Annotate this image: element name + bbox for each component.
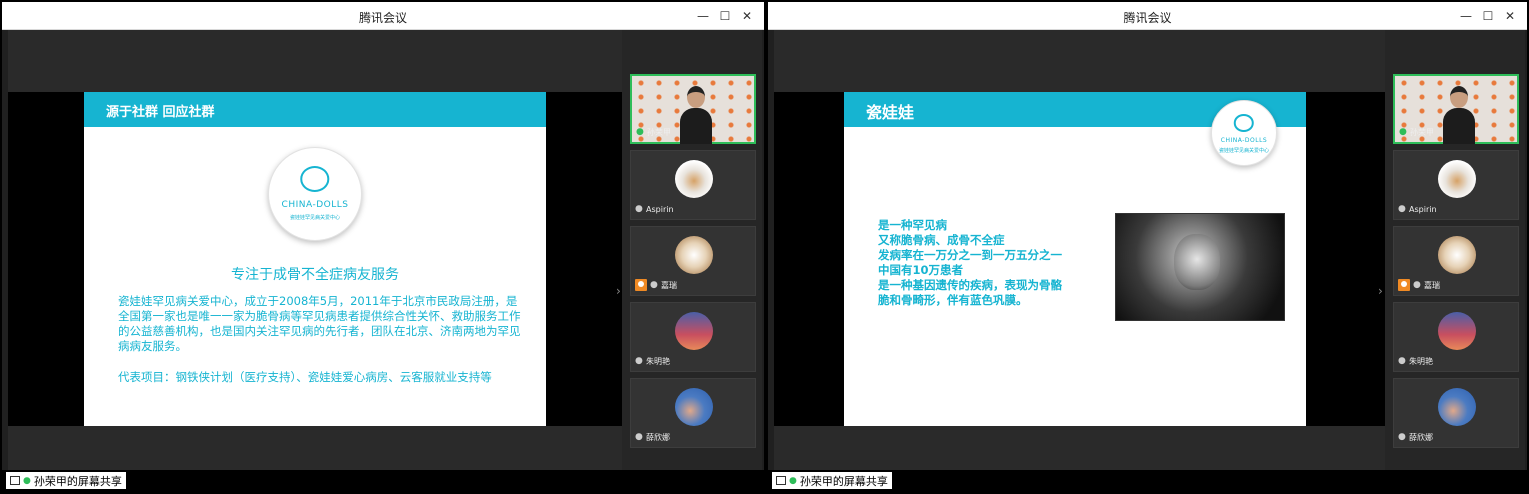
- shared-screen-area: 源于社群 回应社群 CHINA-DOLLS 瓷娃娃罕见病关爱中心 专注于成骨不全…: [8, 30, 622, 472]
- child-photo: [1115, 213, 1285, 321]
- avatar: [675, 312, 713, 350]
- logo-text: CHINA-DOLLS: [1220, 137, 1268, 145]
- slide-title: 源于社群 回应社群: [106, 105, 215, 120]
- logo-subtext: 瓷娃娃罕见病关爱中心: [289, 215, 340, 222]
- slide-header-bar: 源于社群 回应社群: [84, 92, 546, 127]
- minimize-button[interactable]: —: [694, 7, 712, 25]
- participant-name: 嘉瑞: [661, 280, 677, 290]
- doll-face-icon: [300, 166, 330, 193]
- slide-line: 是一种基因遗传的疾病，表现为骨骼: [878, 278, 1062, 292]
- mic-muted-icon: ●: [635, 204, 643, 214]
- status-bar: ● 孙荣甲的屏幕共享: [768, 470, 1527, 492]
- presentation-slide: 瓷娃娃 CHINA-DOLLS 瓷娃娃罕见病关爱中心 是一种罕见病 又称脆骨病、…: [844, 92, 1306, 426]
- mic-muted-icon: ●: [1398, 432, 1406, 442]
- participant-tile[interactable]: ● 朱明艳: [1393, 302, 1519, 372]
- participant-name: 薛欣娜: [646, 432, 670, 442]
- title-bar: 腾讯会议 — ☐ ✕: [768, 2, 1527, 30]
- participant-tile[interactable]: ● 嘉瑞: [630, 226, 756, 296]
- maximize-button[interactable]: ☐: [1479, 7, 1497, 25]
- avatar: [1438, 388, 1476, 426]
- avatar: [675, 236, 713, 274]
- maximize-button[interactable]: ☐: [716, 7, 734, 25]
- mic-muted-icon: ●: [635, 432, 643, 442]
- china-dolls-logo: CHINA-DOLLS 瓷娃娃罕见病关爱中心: [268, 147, 362, 241]
- camera-off-icon: [635, 279, 647, 291]
- participant-name: 朱明艳: [646, 356, 670, 366]
- shared-screen-canvas: 瓷娃娃 CHINA-DOLLS 瓷娃娃罕见病关爱中心 是一种罕见病 又称脆骨病、…: [774, 92, 1385, 426]
- camera-off-icon: [1398, 279, 1410, 291]
- shared-screen-canvas: 源于社群 回应社群 CHINA-DOLLS 瓷娃娃罕见病关爱中心 专注于成骨不全…: [8, 92, 622, 426]
- expand-sidebar-arrow[interactable]: ›: [616, 284, 621, 298]
- participant-name: 朱明艳: [1409, 356, 1433, 366]
- window-title: 腾讯会议: [1123, 11, 1172, 25]
- close-button[interactable]: ✕: [738, 7, 756, 25]
- screen-share-label[interactable]: ● 孙荣甲的屏幕共享: [6, 472, 126, 489]
- participant-tile[interactable]: ● 孙荣甲: [630, 74, 756, 144]
- avatar: [675, 388, 713, 426]
- mic-muted-icon: ●: [1398, 204, 1406, 214]
- shared-screen-area: 瓷娃娃 CHINA-DOLLS 瓷娃娃罕见病关爱中心 是一种罕见病 又称脆骨病、…: [774, 30, 1385, 472]
- slide-subheading: 专注于成骨不全症病友服务: [231, 267, 399, 283]
- slide-paragraph: 瓷娃娃罕见病关爱中心，成立于2008年5月，2011年于北京市民政局注册，是全国…: [118, 294, 521, 353]
- slide-paragraph: 代表项目：钢铁侠计划（医疗支持）、瓷娃娃爱心病房、云客服就业支持等: [118, 370, 492, 384]
- logo-text: CHINA-DOLLS: [281, 200, 349, 211]
- slide-line: 是一种罕见病: [878, 218, 947, 232]
- china-dolls-logo: CHINA-DOLLS 瓷娃娃罕见病关爱中心: [1211, 100, 1277, 166]
- mic-muted-icon: ●: [635, 356, 643, 366]
- participant-video: [1443, 86, 1475, 144]
- status-bar: ● 孙荣甲的屏幕共享: [2, 470, 764, 492]
- mic-muted-icon: ●: [1398, 356, 1406, 366]
- close-button[interactable]: ✕: [1501, 7, 1519, 25]
- minimize-button[interactable]: —: [1457, 7, 1475, 25]
- slide-title: 瓷娃娃: [866, 103, 915, 122]
- mic-active-icon: ●: [636, 127, 644, 137]
- presentation-slide: 源于社群 回应社群 CHINA-DOLLS 瓷娃娃罕见病关爱中心 专注于成骨不全…: [84, 92, 546, 426]
- participant-tile[interactable]: ● 薛欣娜: [630, 378, 756, 448]
- slide-line: 又称脆骨病、成骨不全症: [878, 233, 1005, 247]
- participant-tile[interactable]: ● 嘉瑞: [1393, 226, 1519, 296]
- logo-subtext: 瓷娃娃罕见病关爱中心: [1218, 148, 1269, 155]
- expand-sidebar-arrow[interactable]: ›: [1378, 284, 1383, 298]
- mic-active-icon: ●: [23, 475, 31, 486]
- participant-video: [680, 86, 712, 144]
- share-label-text: 孙荣甲的屏幕共享: [33, 474, 122, 488]
- avatar: [1438, 160, 1476, 198]
- doll-face-icon: [1233, 113, 1255, 132]
- screen-share-icon: [10, 476, 20, 485]
- slide-line: 发病率在一万分之一到一万五分之一: [878, 248, 1062, 262]
- meeting-window-right: 腾讯会议 — ☐ ✕ 瓷娃娃 CHINA-DOLLS 瓷娃娃罕见病关爱中心 是一…: [766, 0, 1529, 494]
- screen-share-label[interactable]: ● 孙荣甲的屏幕共享: [772, 472, 892, 489]
- participant-name: 嘉瑞: [1424, 280, 1440, 290]
- slide-line: 脆和骨畸形，伴有蓝色巩膜。: [878, 293, 1028, 307]
- window-title: 腾讯会议: [358, 11, 407, 25]
- mic-muted-icon: ●: [650, 280, 658, 290]
- avatar: [675, 160, 713, 198]
- screen-share-icon: [776, 476, 786, 485]
- avatar: [1438, 236, 1476, 274]
- participant-tile[interactable]: ● 孙荣甲: [1393, 74, 1519, 144]
- meeting-window-left: 腾讯会议 — ☐ ✕ 源于社群 回应社群 CHINA-DOLLS 瓷娃娃罕见病关…: [0, 0, 766, 494]
- mic-active-icon: ●: [789, 475, 797, 486]
- share-label-text: 孙荣甲的屏幕共享: [799, 474, 888, 488]
- participant-tile[interactable]: ● Aspirin: [630, 150, 756, 220]
- avatar: [1438, 312, 1476, 350]
- participant-tile[interactable]: ● 薛欣娜: [1393, 378, 1519, 448]
- slide-bullet-list: 是一种罕见病 又称脆骨病、成骨不全症 发病率在一万分之一到一万五分之一 中国有1…: [878, 218, 1098, 308]
- participant-sidebar: ● 孙荣甲 ● Aspirin ● 嘉瑞 ● 朱明艳 ● 薛欣娜: [1385, 30, 1525, 472]
- mic-active-icon: ●: [1399, 127, 1407, 137]
- slide-line: 中国有10万患者: [878, 263, 964, 277]
- participant-name: 薛欣娜: [1409, 432, 1433, 442]
- participant-name: 孙荣甲: [647, 127, 671, 137]
- participant-name: Aspirin: [1409, 204, 1437, 214]
- participant-sidebar: ● 孙荣甲 ● Aspirin ● 嘉瑞 ● 朱明艳 ● 薛欣娜: [622, 30, 762, 472]
- participant-name: Aspirin: [646, 204, 674, 214]
- participant-tile[interactable]: ● 朱明艳: [630, 302, 756, 372]
- child-face: [1174, 234, 1220, 290]
- title-bar: 腾讯会议 — ☐ ✕: [2, 2, 764, 30]
- mic-muted-icon: ●: [1413, 280, 1421, 290]
- participant-name: 孙荣甲: [1410, 127, 1434, 137]
- participant-tile[interactable]: ● Aspirin: [1393, 150, 1519, 220]
